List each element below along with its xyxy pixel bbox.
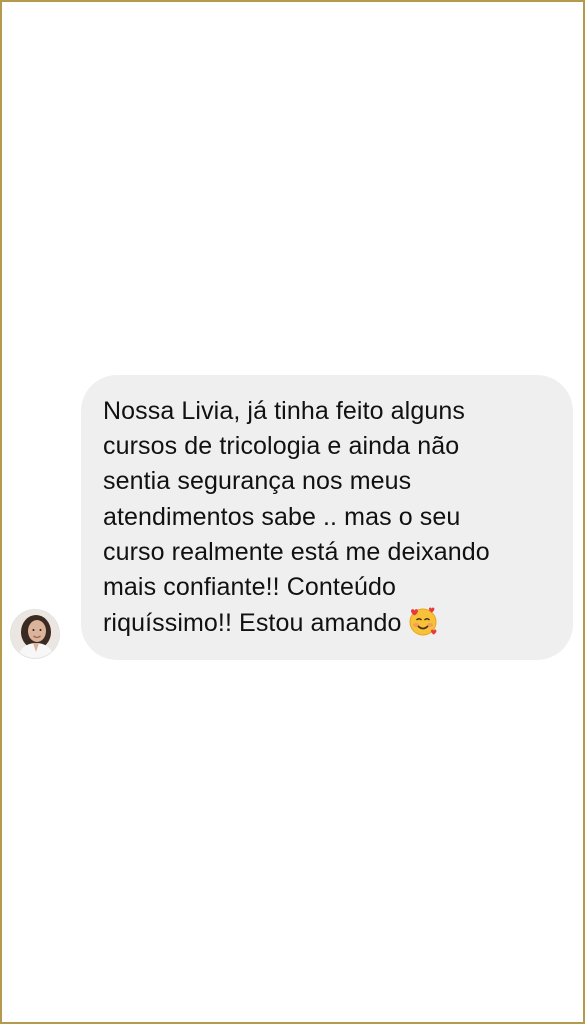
message-line: Nossa Livia, já tinha feito alguns <box>103 397 465 425</box>
message-line-last: riquíssimo!! Estou amando <box>103 605 553 641</box>
message-bubble[interactable]: Nossa Livia, já tinha feito alguns curso… <box>81 375 573 660</box>
message-line: curso realmente está me deixando <box>103 537 490 566</box>
message-line: atendimentos sabe .. mas o seu <box>103 502 461 531</box>
message-line-text: riquíssimo!! Estou amando <box>103 609 402 638</box>
incoming-message-row: Nossa Livia, já tinha feito alguns curso… <box>10 375 575 660</box>
sender-avatar[interactable] <box>10 609 60 659</box>
message-line: sentia segurança nos meus <box>103 467 412 496</box>
message-line: cursos de tricologia e ainda não <box>103 432 460 461</box>
smiling-face-with-hearts-emoji-icon <box>409 607 437 636</box>
message-text: Nossa Livia, já tinha feito alguns curso… <box>103 394 553 641</box>
screenshot-frame: Nossa Livia, já tinha feito alguns curso… <box>0 0 585 1024</box>
message-line: mais confiante!! Conteúdo <box>103 573 396 602</box>
profile-photo-avatar-icon <box>11 610 59 658</box>
